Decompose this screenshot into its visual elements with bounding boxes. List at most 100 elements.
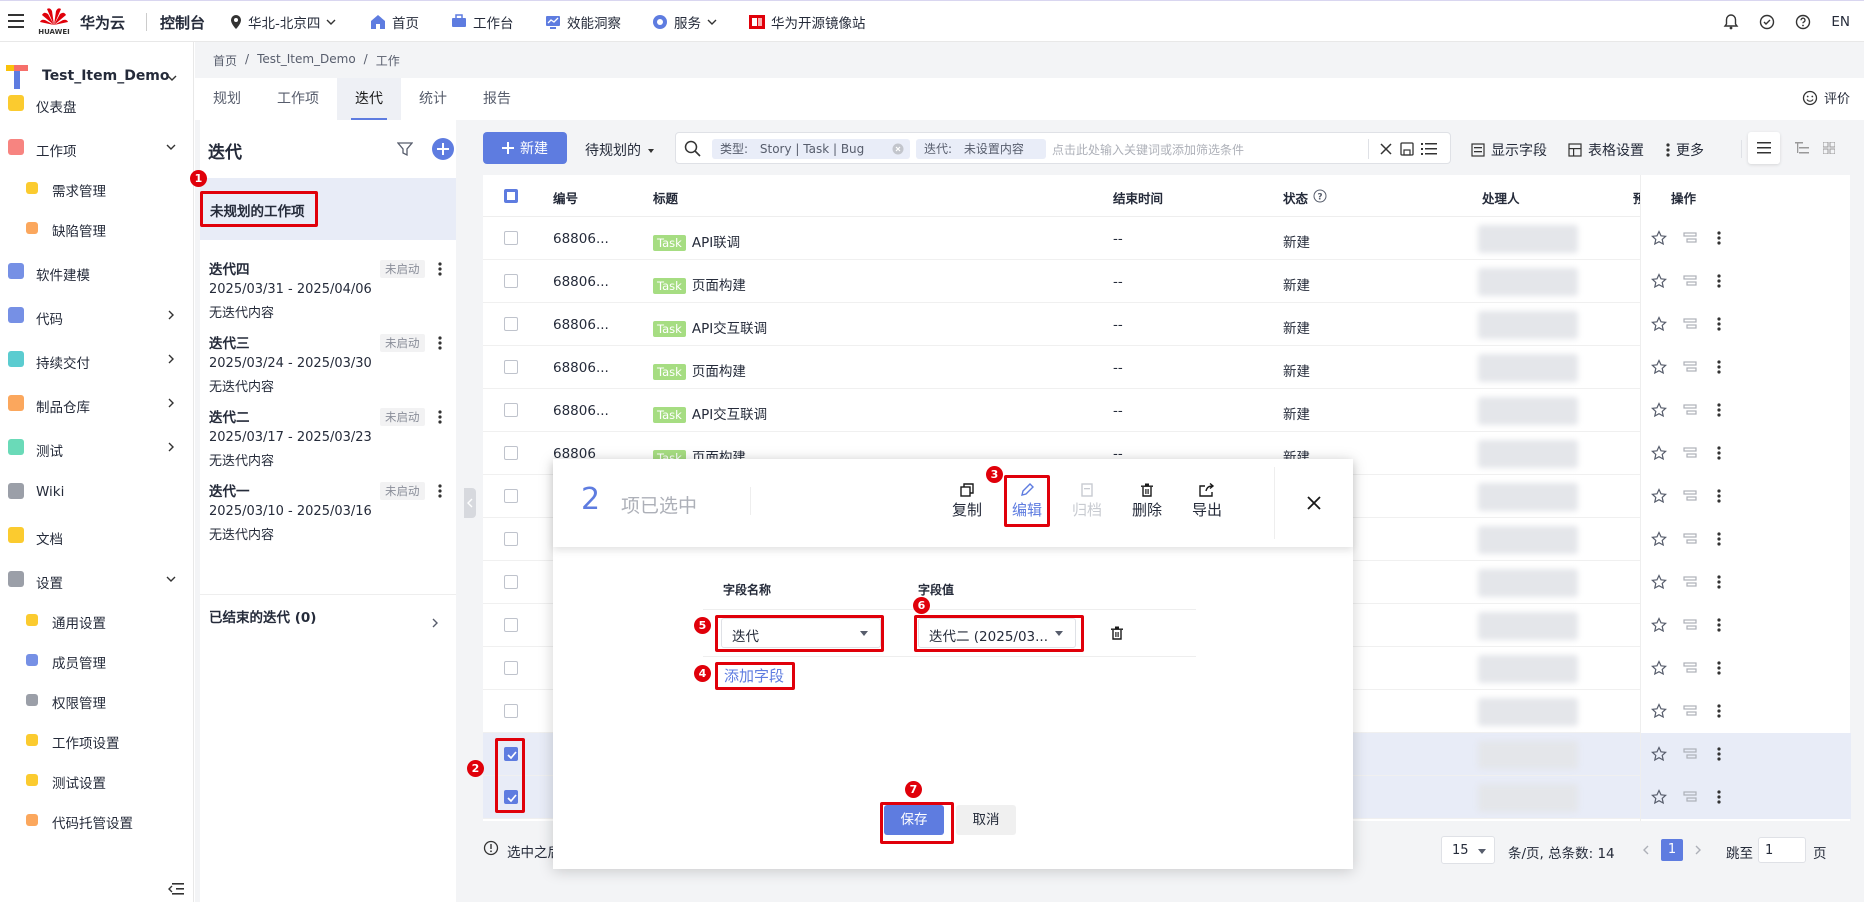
more-vertical-icon[interactable] (1717, 575, 1721, 589)
breadcrumb-project[interactable]: Test_Item_Demo (257, 52, 356, 69)
table-row[interactable]: 68806... Task API交互联调 -- 新建 (483, 389, 1640, 432)
cell-status[interactable]: 新建 (1283, 317, 1310, 337)
assign-iteration-icon[interactable] (1683, 531, 1699, 547)
panel-collapse-handle[interactable] (464, 488, 476, 518)
more-vertical-icon[interactable] (438, 410, 442, 424)
clear-icon[interactable] (1380, 143, 1392, 155)
save-filter-icon[interactable] (1400, 142, 1414, 156)
cell-id[interactable]: 68806... (553, 274, 609, 290)
page-size-select[interactable]: 15 (1441, 836, 1495, 864)
collapse-sidebar-icon[interactable] (168, 882, 184, 896)
show-fields-button[interactable]: 显示字段 (1471, 140, 1547, 160)
filter-icon[interactable] (397, 141, 413, 157)
filter-search-box[interactable]: 类型: Story | Task | Bug 迭代: 未设置内容 点击此处输入关… (675, 132, 1451, 164)
filter-chip-iteration[interactable]: 迭代: 未设置内容 (916, 139, 1046, 159)
cell-status[interactable]: 新建 (1283, 274, 1310, 294)
assign-iteration-icon[interactable] (1683, 273, 1699, 289)
cell-id[interactable]: 68806... (553, 360, 609, 376)
export-action[interactable]: 导出 (1186, 483, 1228, 520)
more-vertical-icon[interactable] (1717, 317, 1721, 331)
star-icon[interactable] (1651, 789, 1667, 805)
next-page-icon[interactable] (1695, 845, 1701, 855)
cell-id[interactable]: 68806... (553, 317, 609, 333)
assign-iteration-icon[interactable] (1683, 316, 1699, 332)
sidebar-item-modeling[interactable]: 软件建模 (0, 254, 194, 290)
sidebar-item-test-settings[interactable]: 测试设置 (0, 762, 194, 798)
delete-action[interactable]: 删除 (1126, 483, 1168, 520)
cell-title[interactable]: Task API交互联调 (653, 403, 767, 423)
sidebar-item-wiki[interactable]: Wiki (0, 474, 194, 510)
row-checkbox[interactable] (504, 446, 518, 460)
assign-iteration-icon[interactable] (1683, 445, 1699, 461)
chevron-right-icon[interactable] (432, 618, 438, 628)
sidebar-item-permission[interactable]: 权限管理 (0, 682, 194, 718)
nav-services[interactable]: 服务 (652, 1, 717, 43)
tab-iterations[interactable]: 迭代 (337, 78, 401, 120)
assign-iteration-icon[interactable] (1683, 402, 1699, 418)
star-icon[interactable] (1651, 746, 1667, 762)
bell-icon[interactable] (1723, 14, 1739, 30)
cell-id[interactable]: 68806... (553, 403, 609, 419)
sidebar-item-member[interactable]: 成员管理 (0, 642, 194, 678)
nav-home[interactable]: 首页 (370, 1, 419, 43)
ended-iterations[interactable]: 已结束的迭代 (0) (209, 606, 316, 626)
more-vertical-icon[interactable] (1717, 274, 1721, 288)
sidebar-item-settings[interactable]: 设置 (0, 562, 194, 598)
clear-chip-icon[interactable] (892, 143, 904, 155)
help-icon[interactable]: ? (1313, 189, 1327, 203)
cell-title[interactable]: Task API交互联调 (653, 317, 767, 337)
row-checkbox[interactable] (504, 532, 518, 546)
row-checkbox[interactable] (504, 317, 518, 331)
language-switch[interactable]: EN (1831, 14, 1850, 30)
more-vertical-icon[interactable] (1717, 231, 1721, 245)
more-button[interactable]: 更多 (1666, 140, 1704, 160)
list-view-button[interactable] (1748, 132, 1780, 164)
more-vertical-icon[interactable] (438, 484, 442, 498)
help-icon[interactable] (1795, 14, 1811, 30)
star-icon[interactable] (1651, 531, 1667, 547)
more-vertical-icon[interactable] (1717, 489, 1721, 503)
assign-iteration-icon[interactable] (1683, 789, 1699, 805)
star-icon[interactable] (1651, 445, 1667, 461)
table-settings-button[interactable]: 表格设置 (1568, 140, 1644, 160)
more-vertical-icon[interactable] (1717, 446, 1721, 460)
table-row[interactable]: 68806... Task API联调 -- 新建 (483, 217, 1640, 260)
filter-chip-type[interactable]: 类型: Story | Task | Bug (712, 139, 910, 159)
row-checkbox[interactable] (504, 704, 518, 718)
sidebar-item-repo-settings[interactable]: 代码托管设置 (0, 802, 194, 838)
star-icon[interactable] (1651, 574, 1667, 590)
assign-iteration-icon[interactable] (1683, 230, 1699, 246)
region-selector[interactable]: 华北-北京四 (230, 1, 336, 43)
iteration-item[interactable]: 迭代一 未启动 2025/03/10 - 2025/03/16 无迭代内容 (200, 472, 456, 558)
card-view-icon[interactable] (1823, 142, 1835, 154)
delete-field-icon[interactable] (1110, 626, 1124, 640)
close-icon[interactable] (1307, 496, 1321, 510)
sidebar-item-document[interactable]: 文档 (0, 518, 194, 554)
cell-id[interactable]: 68806... (553, 231, 609, 247)
new-button[interactable]: 新建 (483, 132, 567, 164)
cell-status[interactable]: 新建 (1283, 403, 1310, 423)
tab-work-items[interactable]: 工作项 (259, 78, 337, 120)
tab-statistics[interactable]: 统计 (401, 78, 465, 120)
console-link[interactable]: 控制台 (160, 12, 205, 33)
star-icon[interactable] (1651, 273, 1667, 289)
hamburger-menu-icon[interactable] (8, 14, 24, 28)
huawei-logo[interactable]: HUAWEI (38, 5, 70, 37)
nav-mirror-site[interactable]: 华为开源镜像站 (749, 1, 866, 43)
select-all-checkbox[interactable] (504, 189, 518, 203)
star-icon[interactable] (1651, 316, 1667, 332)
breadcrumb-home[interactable]: 首页 (213, 52, 237, 69)
row-checkbox[interactable] (504, 403, 518, 417)
assign-iteration-icon[interactable] (1683, 617, 1699, 633)
row-checkbox[interactable] (504, 618, 518, 632)
cell-title[interactable]: Task 页面构建 (653, 360, 746, 380)
star-icon[interactable] (1651, 703, 1667, 719)
more-vertical-icon[interactable] (1717, 661, 1721, 675)
brand-name[interactable]: 华为云 (80, 12, 125, 33)
cell-status[interactable]: 新建 (1283, 231, 1310, 251)
assign-iteration-icon[interactable] (1683, 660, 1699, 676)
cell-title[interactable]: Task API联调 (653, 231, 740, 251)
row-checkbox[interactable] (504, 489, 518, 503)
page-number-current[interactable]: 1 (1661, 839, 1683, 861)
row-checkbox[interactable] (504, 231, 518, 245)
